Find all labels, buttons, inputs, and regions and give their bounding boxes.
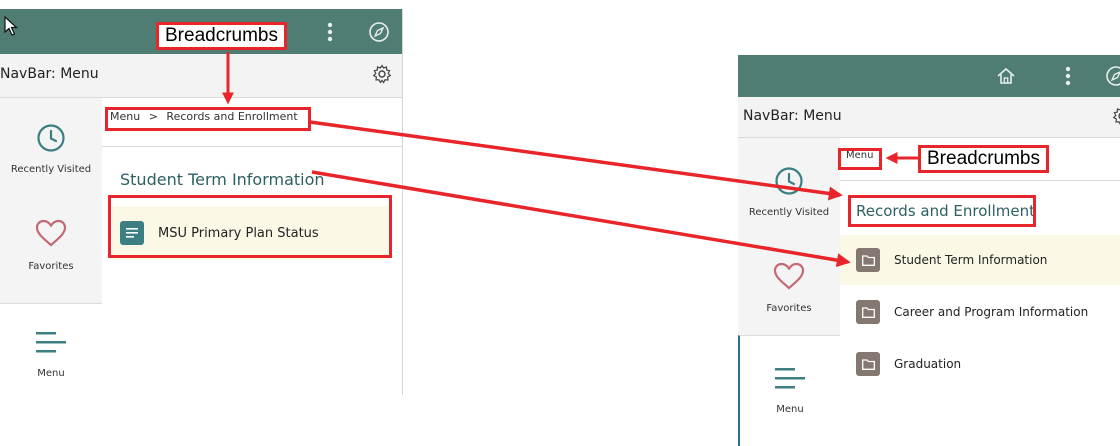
folder-label: Student Term Information (894, 253, 1048, 267)
more-options-icon[interactable] (1056, 55, 1080, 97)
sidebar-item-favorites[interactable]: Favorites (738, 261, 840, 314)
annotation-label-breadcrumbs-right: Breadcrumbs (918, 145, 1049, 173)
folder-icon (856, 300, 880, 324)
navbar-title: NavBar: Menu (0, 66, 99, 82)
menu-lines-icon (36, 332, 66, 353)
sidebar: Recently Visited Favorites Menu (738, 138, 840, 446)
highlight-folder-right (848, 242, 858, 272)
more-options-icon[interactable] (318, 9, 342, 54)
folder-icon (856, 248, 880, 272)
sidebar-item-label: Menu (37, 368, 65, 379)
highlight-title-left (114, 160, 312, 184)
clock-icon (37, 124, 65, 152)
folder-graduation[interactable]: Graduation (840, 339, 1120, 389)
sidebar-item-favorites[interactable]: Favorites (0, 218, 102, 272)
gear-icon[interactable] (372, 64, 394, 86)
navbar-title: NavBar: Menu (743, 108, 842, 124)
menu-lines-icon (775, 368, 805, 389)
sidebar-item-label: Favorites (28, 261, 74, 272)
highlight-breadcrumb-right (838, 148, 882, 170)
header-bar (738, 55, 1120, 97)
sidebar-item-label: Menu (776, 404, 804, 415)
clock-icon (775, 167, 803, 195)
sidebar-item-label: Recently Visited (10, 164, 92, 175)
folder-student-term-information[interactable]: Student Term Information (840, 235, 1120, 285)
sidebar-item-menu[interactable]: Menu (738, 335, 840, 446)
mouse-pointer-icon (4, 16, 19, 36)
annotation-label-breadcrumbs-left: Breadcrumbs (156, 22, 287, 50)
folder-label: Career and Program Information (894, 305, 1089, 319)
compass-icon[interactable] (364, 9, 394, 54)
highlight-title-right (848, 195, 1036, 227)
highlight-breadcrumb-left (105, 107, 311, 131)
heart-icon (35, 219, 67, 247)
navbar-title-row: NavBar: Menu (0, 54, 402, 98)
navbar-title-row: NavBar: Menu (738, 97, 1120, 138)
home-icon[interactable] (992, 55, 1020, 97)
gear-icon[interactable] (1112, 106, 1120, 128)
main-content: Menu Records and Enrollment Student Term… (840, 138, 1120, 446)
heart-icon (773, 262, 805, 290)
compass-icon[interactable] (1102, 55, 1120, 97)
sidebar-item-menu[interactable]: Menu (0, 303, 102, 395)
sidebar: Recently Visited Favorites Menu (0, 98, 102, 395)
sidebar-item-label: Favorites (766, 303, 812, 314)
sidebar-item-recently-visited[interactable]: Recently Visited (0, 122, 102, 175)
folder-career-and-program-information[interactable]: Career and Program Information (840, 287, 1120, 337)
sidebar-item-recently-visited[interactable]: Recently Visited (738, 165, 840, 218)
highlight-tile-left (108, 195, 392, 258)
sidebar-item-label: Recently Visited (748, 207, 830, 218)
folder-icon (856, 352, 880, 376)
right-screenshot: NavBar: Menu Recently Visited Favorites … (738, 55, 1120, 446)
folder-label: Graduation (894, 357, 962, 371)
